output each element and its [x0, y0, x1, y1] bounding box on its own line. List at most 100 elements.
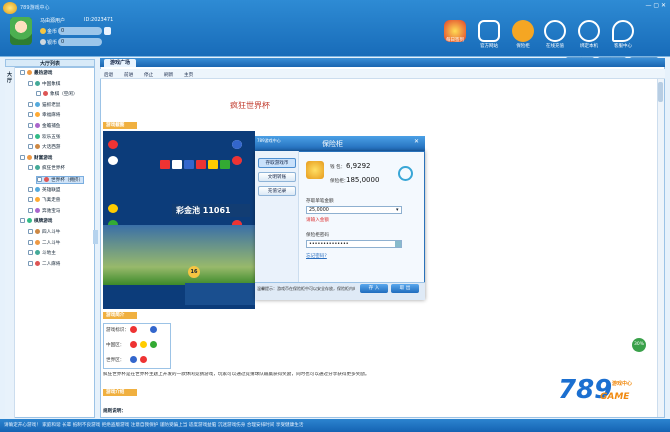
home-page-button[interactable]: 主页	[184, 72, 193, 78]
expand-icon[interactable]	[28, 144, 33, 150]
sidebar-item[interactable]: 奔驰宝马	[28, 207, 60, 214]
sidebar-side-strip	[5, 67, 15, 418]
scrollbar[interactable]	[657, 79, 664, 417]
expand-icon[interactable]	[28, 239, 33, 245]
password-label: 保险柜密码	[306, 233, 329, 238]
sidebar-item[interactable]: 四人斗牛	[28, 229, 60, 235]
expand-icon[interactable]	[28, 101, 33, 107]
sidebar-item[interactable]: 财富游戏	[20, 154, 52, 161]
window-controls[interactable]: — ▢ ✕	[645, 2, 666, 9]
deposit-button[interactable]: 存 入	[360, 284, 388, 293]
sidebar-item[interactable]: 斗地主	[28, 250, 56, 256]
refresh-button[interactable]: 刷新	[164, 72, 173, 78]
sidebar-item[interactable]: 中国象棋	[28, 80, 60, 87]
user-id: ID:2023471	[84, 17, 114, 23]
sidebar-header: 大厅列表	[5, 59, 95, 67]
dialog-side-nav	[255, 151, 299, 282]
amount-input[interactable]: 25,0000	[306, 206, 402, 214]
password-field[interactable]: ••••••••••••••	[306, 240, 402, 248]
app-title: 789游戏中心	[20, 5, 50, 11]
keyboard-icon[interactable]	[395, 241, 401, 247]
sidebar-item[interactable]: 二人斗牛	[28, 239, 61, 246]
sidebar-item[interactable]: 棋牌游戏	[20, 218, 52, 224]
expand-icon[interactable]	[28, 229, 33, 234]
expand-icon[interactable]	[28, 186, 33, 192]
expand-icon[interactable]	[28, 80, 33, 86]
close-icon[interactable]: ✕	[414, 138, 419, 145]
expand-icon[interactable]	[20, 154, 25, 160]
lock-icon[interactable]	[578, 20, 600, 42]
expand-icon[interactable]	[37, 177, 42, 182]
sidebar-item[interactable]: 金蟾捕鱼	[28, 123, 60, 129]
flag-icon	[108, 140, 118, 149]
coins-icon	[306, 161, 324, 179]
coin-icon[interactable]	[512, 20, 534, 42]
flag-icon	[130, 341, 137, 348]
tab-game-plaza[interactable]: 游戏广场	[104, 59, 136, 67]
expand-icon[interactable]	[28, 133, 33, 139]
game-icon	[35, 112, 40, 118]
bet-area	[185, 283, 255, 305]
avatar[interactable]	[10, 17, 32, 45]
withdraw-button[interactable]: 取 出	[391, 284, 419, 293]
flag-icon	[232, 156, 242, 165]
forward-button[interactable]: 前进	[124, 72, 133, 78]
tab-transfer[interactable]: 文明转账	[258, 172, 296, 182]
sidebar-item-label: 飞禽走兽	[42, 198, 61, 204]
game-icon	[35, 197, 40, 203]
sidebar-item[interactable]: 象棋（空闲）	[36, 91, 78, 97]
chevron-down-icon[interactable]: ▾	[396, 207, 399, 213]
sidebar-item-label: 棋牌游戏	[34, 219, 53, 225]
expand-icon[interactable]	[28, 165, 33, 171]
chat-icon[interactable]	[612, 20, 634, 42]
stop-button[interactable]: 停止	[144, 72, 153, 78]
sidebar-item[interactable]: 幸福麻将	[28, 112, 60, 118]
tab-recharge-record[interactable]: 充值记录	[258, 186, 296, 196]
refresh-balance-icon[interactable]	[398, 166, 413, 181]
expand-icon[interactable]	[28, 260, 33, 266]
toolbar-label-service: 客服中心	[614, 44, 632, 49]
sidebar-item[interactable]: 大话西游	[28, 144, 60, 150]
game-icon	[27, 218, 32, 224]
gold-add-button[interactable]	[104, 27, 111, 35]
game-icon	[35, 101, 40, 107]
stadium-image	[103, 225, 255, 285]
game-icon	[35, 144, 40, 150]
sidebar-item[interactable]: 疯狂世界杯	[28, 165, 65, 171]
expand-icon[interactable]	[28, 197, 33, 203]
expand-icon[interactable]	[20, 218, 25, 224]
section-screenshots: 游戏截图	[103, 122, 137, 129]
flag-icon	[232, 140, 242, 149]
dialog-app-name: 789游戏中心	[257, 138, 281, 143]
sidebar-item[interactable]: 最热游戏	[20, 70, 52, 76]
back-button[interactable]: 后退	[104, 72, 113, 78]
sidebar-item[interactable]: 世界杯（拥挤）	[36, 176, 85, 184]
flag-icon	[220, 160, 230, 169]
expand-icon[interactable]	[28, 112, 33, 118]
sidebar-item[interactable]: 猫抓老鼠	[28, 101, 60, 108]
expand-icon[interactable]	[28, 250, 33, 256]
recharge-icon[interactable]	[544, 20, 566, 42]
sidebar-item-label: 疯狂世界杯	[42, 166, 65, 172]
home-icon[interactable]	[478, 20, 500, 42]
expand-icon[interactable]	[28, 123, 33, 128]
forgot-password-link[interactable]: 忘记密码?	[306, 253, 327, 259]
section-data: 游戏简介	[103, 312, 137, 319]
expand-icon[interactable]	[36, 91, 41, 97]
gold-label: 金币	[47, 29, 58, 35]
sidebar-collapse-handle[interactable]	[93, 230, 98, 244]
sidebar-item[interactable]: 欢乐五张	[28, 133, 60, 140]
sidebar-item[interactable]: 二人麻将	[28, 260, 60, 267]
expand-icon[interactable]	[28, 207, 33, 213]
scrollbar-thumb[interactable]	[658, 82, 663, 102]
sidebar-item-label: 斗地主	[42, 251, 56, 257]
tab-deposit-withdraw[interactable]: 存取游戏币	[258, 158, 296, 168]
expand-icon[interactable]	[20, 70, 25, 75]
game-icon	[35, 123, 40, 128]
flag-icon	[150, 326, 157, 333]
sidebar-item-label: 大话西游	[42, 145, 61, 151]
sidebar-item-label: 二人斗牛	[42, 240, 61, 246]
sidebar-item[interactable]: 飞禽走兽	[28, 197, 60, 203]
game-icon	[35, 250, 40, 256]
sidebar-item[interactable]: 英雄联盟	[28, 186, 60, 193]
